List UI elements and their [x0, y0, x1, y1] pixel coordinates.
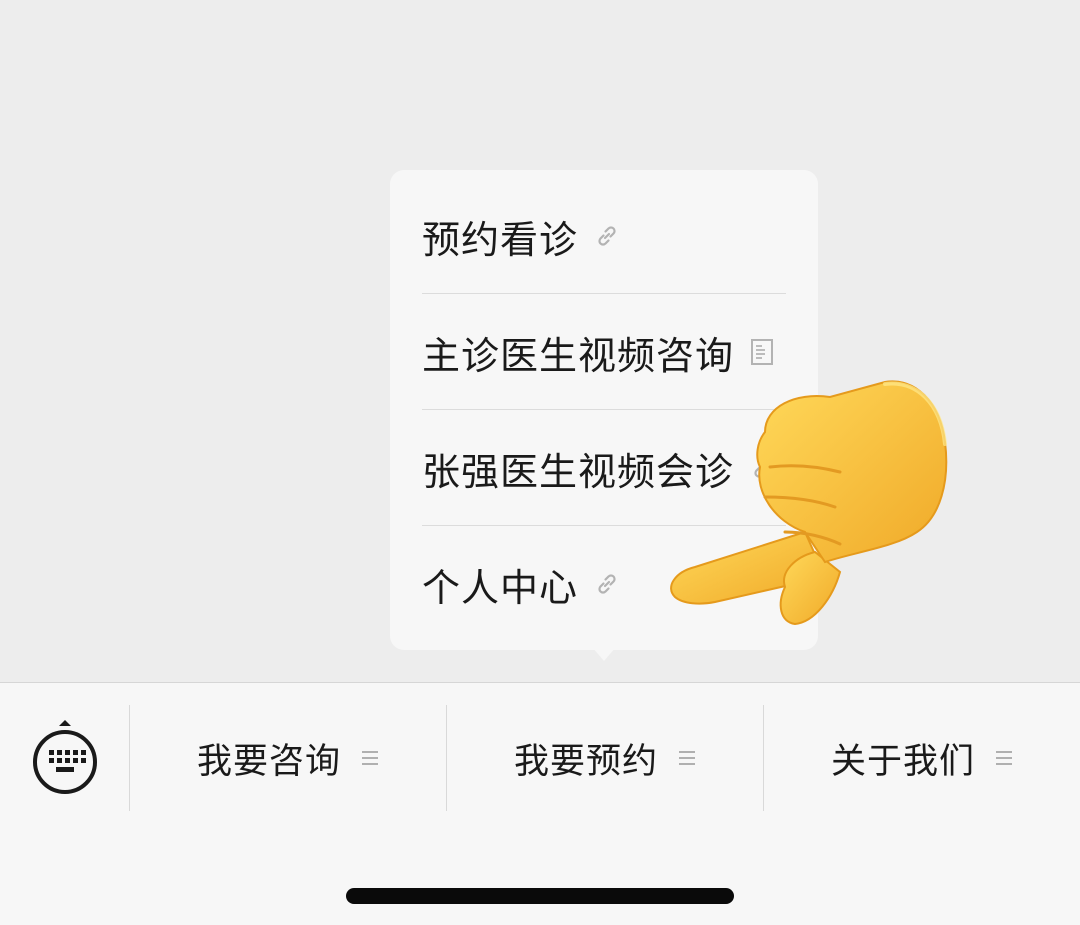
submenu-item-label: 个人中心 — [422, 565, 579, 610]
keyboard-icon — [30, 720, 100, 801]
menu-button-label: 我要咨询 — [196, 741, 341, 782]
menu-button-appointment[interactable]: 我要预约 — [447, 705, 763, 811]
submenu-caret — [592, 647, 616, 661]
menu-button-label: 我要预约 — [513, 741, 658, 782]
menu-lines-icon — [361, 750, 379, 766]
keyboard-toggle-button[interactable] — [30, 717, 100, 797]
submenu-item-label: 预约看诊 — [422, 217, 579, 262]
document-icon — [750, 338, 774, 366]
menu-button-consult[interactable]: 我要咨询 — [130, 705, 446, 811]
pointing-hand-emoji — [655, 372, 955, 632]
home-indicator[interactable] — [346, 888, 734, 904]
link-icon — [594, 223, 620, 249]
menu-button-label: 关于我们 — [830, 741, 975, 782]
menu-lines-icon — [678, 750, 696, 766]
menu-button-about[interactable]: 关于我们 — [764, 705, 1080, 811]
menu-lines-icon — [995, 750, 1013, 766]
bottom-menu-bar: 我要咨询 我要预约 关于我们 — [0, 682, 1080, 925]
submenu-item-appointment[interactable]: 预约看诊 — [422, 178, 786, 294]
link-icon — [594, 571, 620, 597]
